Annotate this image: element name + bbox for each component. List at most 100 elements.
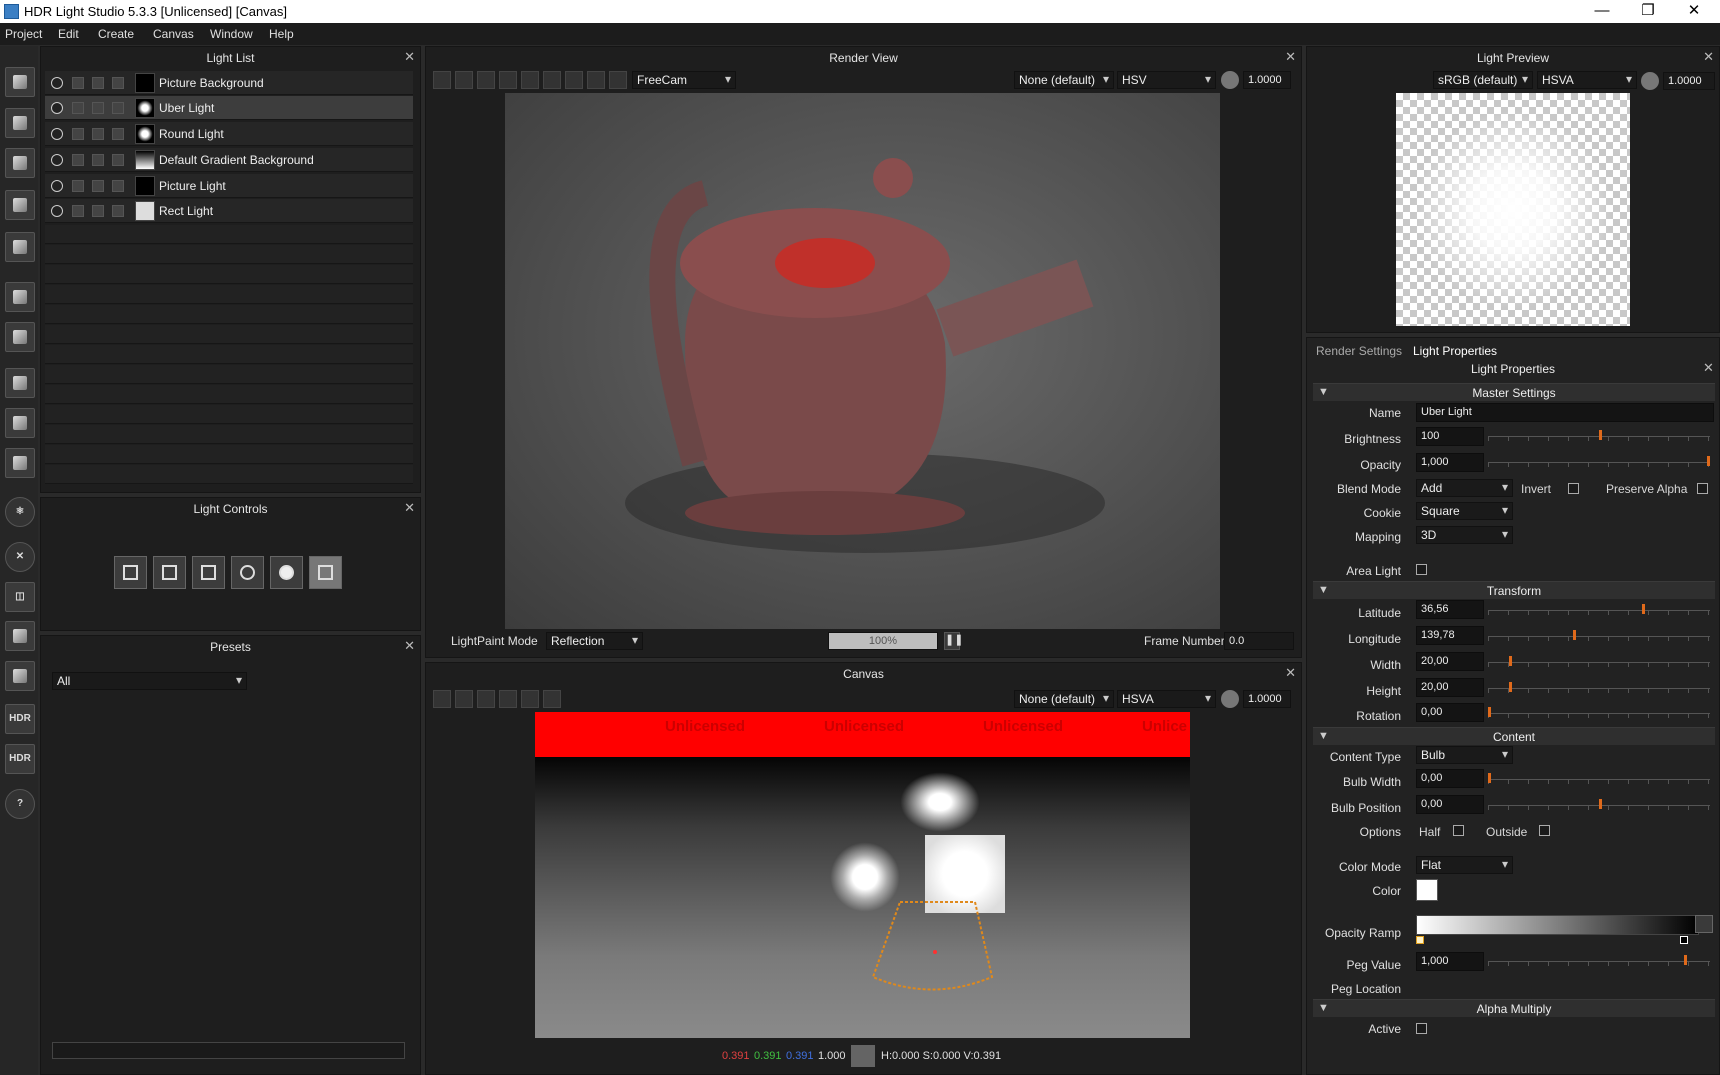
ramp-peg-end[interactable] xyxy=(1680,936,1688,944)
menu-help[interactable]: Help xyxy=(269,27,294,41)
visibility-icon[interactable] xyxy=(51,154,63,166)
round-light-blob[interactable] xyxy=(900,772,980,832)
opacity-ramp[interactable] xyxy=(1416,915,1699,935)
close-icon[interactable]: ✕ xyxy=(1703,49,1714,65)
presets-filter-select[interactable]: All xyxy=(52,672,247,690)
frame-tool-icon[interactable] xyxy=(609,71,627,89)
scale-horizontal-icon[interactable] xyxy=(153,556,186,589)
lock-icon[interactable] xyxy=(92,180,104,192)
render-icon[interactable] xyxy=(112,154,124,166)
pause-icon[interactable]: ❚❚ xyxy=(944,632,963,650)
bulb-width-slider-knob[interactable] xyxy=(1488,773,1491,783)
render-exposure-field[interactable]: 1.0000 xyxy=(1243,71,1291,89)
solo-icon[interactable] xyxy=(72,154,84,166)
visibility-icon[interactable] xyxy=(51,205,63,217)
preview-color-mode-select[interactable]: HSVA xyxy=(1537,71,1637,89)
close-icon[interactable]: ✕ xyxy=(1703,360,1714,376)
curve-icon[interactable] xyxy=(1695,915,1713,933)
ramp-peg-start[interactable] xyxy=(1416,936,1424,944)
latitude-field[interactable]: 36,56 xyxy=(1416,600,1484,619)
new-light-icon[interactable] xyxy=(5,67,35,97)
hdr-icon[interactable]: HDR xyxy=(5,704,35,734)
canvas-image[interactable]: Unlicensed Unlicensed Unlicensed Unlice xyxy=(535,712,1190,1038)
move-icon[interactable] xyxy=(309,556,342,589)
exposure-icon[interactable] xyxy=(1221,71,1239,89)
blend-mode-select[interactable]: Add xyxy=(1416,479,1513,497)
preserve-alpha-checkbox[interactable] xyxy=(1697,483,1708,494)
half-checkbox[interactable] xyxy=(1453,825,1464,836)
fit-tool-icon[interactable] xyxy=(521,71,539,89)
content-type-select[interactable]: Bulb xyxy=(1416,746,1513,764)
bulb-position-field[interactable]: 0,00 xyxy=(1416,795,1484,814)
render-color-profile-select[interactable]: None (default) xyxy=(1014,71,1114,89)
list-item[interactable]: Round Light xyxy=(45,122,413,146)
scale-corner-icon[interactable] xyxy=(114,556,147,589)
render-icon[interactable] xyxy=(112,102,124,114)
list-item[interactable]: Rect Light xyxy=(45,199,413,223)
lightpaint-mode-select[interactable]: Reflection xyxy=(546,632,643,650)
close-icon[interactable]: ✕ xyxy=(404,49,415,65)
close-icon[interactable]: ✕ xyxy=(404,638,415,654)
render-image[interactable] xyxy=(505,93,1220,629)
lock-icon[interactable] xyxy=(92,128,104,140)
exposure-icon[interactable] xyxy=(1641,72,1659,90)
name-field[interactable]: Uber Light xyxy=(1416,403,1714,422)
lock-icon[interactable] xyxy=(92,205,104,217)
content-section[interactable]: ▼ Content xyxy=(1313,727,1715,745)
menu-window[interactable]: Window xyxy=(210,27,253,41)
longitude-field[interactable]: 139,78 xyxy=(1416,626,1484,645)
bulb-width-field[interactable]: 0,00 xyxy=(1416,769,1484,788)
tab-light-properties[interactable]: Light Properties xyxy=(1413,344,1497,358)
solo-icon[interactable] xyxy=(72,205,84,217)
mapping-select[interactable]: 3D xyxy=(1416,526,1513,544)
brush-tool-icon[interactable] xyxy=(433,71,451,89)
rotation-slider-knob[interactable] xyxy=(1488,707,1491,717)
gradient-icon[interactable] xyxy=(5,368,35,398)
tab-render-settings[interactable]: Render Settings xyxy=(1316,344,1402,358)
sun-light-icon[interactable] xyxy=(5,322,35,352)
width-slider-knob[interactable] xyxy=(1509,656,1512,666)
frame-number-field[interactable]: 0.0 xyxy=(1224,632,1294,650)
active-checkbox[interactable] xyxy=(1416,1023,1427,1034)
selected-light-outline[interactable] xyxy=(865,897,1000,997)
duplicate-icon[interactable]: ◫ xyxy=(5,582,35,612)
scale-vertical-icon[interactable] xyxy=(192,556,225,589)
help-icon[interactable]: ? xyxy=(5,789,35,819)
rect-light-icon[interactable] xyxy=(5,190,35,220)
pointer-icon[interactable] xyxy=(5,661,35,691)
color-mode-select[interactable]: Flat xyxy=(1416,856,1513,874)
solo-icon[interactable] xyxy=(72,102,84,114)
peg-value-field[interactable]: 1,000 xyxy=(1416,952,1484,971)
height-field[interactable]: 20,00 xyxy=(1416,678,1484,697)
visibility-icon[interactable] xyxy=(51,102,63,114)
refresh-tool-icon[interactable] xyxy=(587,71,605,89)
pan-tool-icon[interactable] xyxy=(477,71,495,89)
menu-edit[interactable]: Edit xyxy=(58,27,79,41)
dolly-tool-icon[interactable] xyxy=(565,71,583,89)
invert-checkbox[interactable] xyxy=(1568,483,1579,494)
list-item[interactable]: Uber Light xyxy=(45,96,413,120)
rotate-icon[interactable] xyxy=(231,556,264,589)
canvas-color-profile-select[interactable]: None (default) xyxy=(1014,690,1114,708)
width-field[interactable]: 20,00 xyxy=(1416,652,1484,671)
render-color-mode-select[interactable]: HSV xyxy=(1117,71,1216,89)
preview-exposure-field[interactable]: 1.0000 xyxy=(1663,72,1715,90)
zoom-tool-icon[interactable] xyxy=(499,690,517,708)
orbit-tool-icon[interactable] xyxy=(543,71,561,89)
menu-create[interactable]: Create xyxy=(98,27,134,41)
solo-icon[interactable] xyxy=(72,180,84,192)
list-item[interactable]: Picture Light xyxy=(45,174,413,198)
outside-checkbox[interactable] xyxy=(1539,825,1550,836)
brightness-icon[interactable] xyxy=(270,556,303,589)
visibility-icon[interactable] xyxy=(51,128,63,140)
brush-icon[interactable] xyxy=(5,621,35,651)
close-window-button[interactable]: ✕ xyxy=(1674,1,1714,21)
paint-light-icon[interactable] xyxy=(5,282,35,312)
camera-select[interactable]: FreeCam xyxy=(632,71,736,89)
menu-project[interactable]: Project xyxy=(5,27,42,41)
presets-scrollbar[interactable] xyxy=(52,1042,405,1059)
exposure-icon[interactable] xyxy=(1221,690,1239,708)
bulb-position-slider-knob[interactable] xyxy=(1599,799,1602,809)
canvas-color-mode-select[interactable]: HSVA xyxy=(1117,690,1216,708)
opacity-field[interactable]: 1,000 xyxy=(1416,453,1484,472)
